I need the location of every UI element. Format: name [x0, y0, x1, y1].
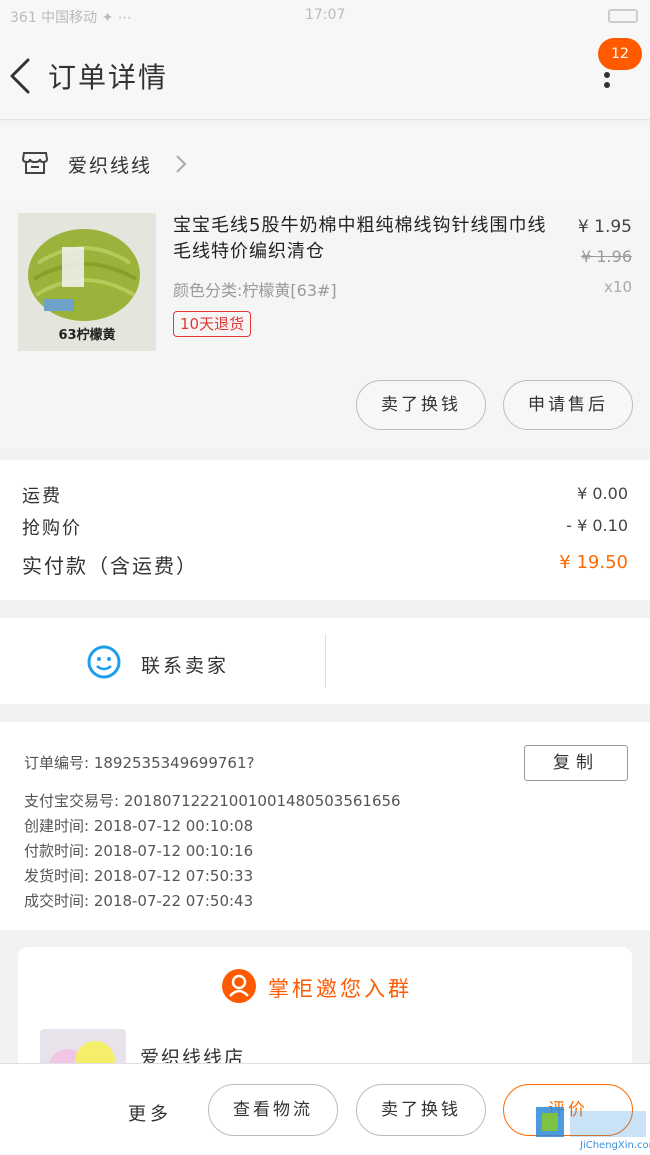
chevron-left-icon[interactable] — [8, 56, 32, 96]
status-time: 17:07 — [305, 7, 346, 23]
product-title[interactable]: 宝宝毛线5股牛奶棉中粗纯棉线钩针线围巾线毛线特价编织清仓 — [173, 213, 563, 265]
resell-button[interactable]: 卖了换钱 — [356, 380, 486, 430]
fee-summary: 运费 ¥ 0.00 抢购价 - ¥ 0.10 实付款（含运费） ¥ 19.50 — [0, 460, 650, 600]
more-vertical-icon[interactable] — [598, 72, 616, 98]
unit-price: ¥ 1.95 — [577, 217, 632, 237]
discount-label: 抢购价 — [22, 518, 82, 539]
page-title: 订单详情 — [48, 61, 169, 94]
view-logistics-button[interactable]: 查看物流 — [208, 1084, 338, 1136]
group-people-icon — [222, 969, 256, 1003]
shipped-time: 发货时间: 2018-07-12 07:50:33 — [24, 867, 254, 885]
after-sales-button[interactable]: 申请售后 — [503, 380, 633, 430]
paid-label: 实付款（含运费） — [22, 554, 198, 578]
order-info: 订单编号: 1892535349699761? 复制 支付宝交易号: 20180… — [0, 722, 650, 930]
chevron-right-icon — [176, 155, 187, 173]
status-bar: 361 中国移动 ✦ ⋯ 17:07 — [0, 0, 650, 34]
resell-bottom-button[interactable]: 卖了换钱 — [356, 1084, 486, 1136]
alipay-number: 支付宝交易号: 20180712221001001480503561656 — [24, 792, 401, 810]
shipping-label: 运费 — [22, 486, 62, 507]
thumbnail-label: 63柠檬黄 — [58, 328, 116, 343]
nav-bar: 订单详情 12 — [0, 34, 650, 120]
created-time: 创建时间: 2018-07-12 00:10:08 — [24, 817, 254, 835]
contact-seller-button[interactable]: 联系卖家 — [141, 651, 229, 678]
store-icon — [22, 152, 48, 174]
quantity: x10 — [604, 278, 632, 296]
paid-time: 付款时间: 2018-07-12 00:10:16 — [24, 842, 254, 860]
paid-value: ¥ 19.50 — [559, 552, 628, 573]
status-carrier: 361 中国移动 ✦ ⋯ — [10, 10, 132, 26]
contact-bar: 联系卖家 — [0, 618, 650, 704]
order-number: 订单编号: 1892535349699761? — [24, 754, 255, 772]
message-badge[interactable]: 12 — [598, 38, 642, 70]
order-item[interactable]: 63柠檬黄 宝宝毛线5股牛奶棉中粗纯棉线钩针线围巾线毛线特价编织清仓 ¥ 1.9… — [0, 201, 650, 449]
shop-name: 爱织线线 — [68, 155, 153, 177]
shop-row[interactable]: 爱织线线 — [0, 125, 650, 201]
copy-button[interactable]: 复制 — [524, 745, 628, 781]
discount-value: - ¥ 0.10 — [566, 516, 628, 535]
divider — [325, 634, 326, 688]
sku-spec: 颜色分类:柠檬黄[63#] — [173, 281, 337, 300]
smile-chat-icon[interactable] — [86, 644, 122, 680]
group-invite-title: 掌柜邀您入群 — [268, 977, 412, 1001]
shipping-value: ¥ 0.00 — [577, 484, 628, 503]
completed-time: 成交时间: 2018-07-22 07:50:43 — [24, 892, 254, 910]
more-button[interactable]: 更多 — [128, 1100, 172, 1126]
product-thumbnail[interactable]: 63柠檬黄 — [18, 213, 156, 351]
battery-icon — [608, 9, 638, 23]
watermark-text: JiChengXin.com — [580, 1140, 650, 1151]
original-price: ¥ 1.96 — [581, 247, 632, 266]
return-policy-tag: 10天退货 — [173, 311, 252, 337]
